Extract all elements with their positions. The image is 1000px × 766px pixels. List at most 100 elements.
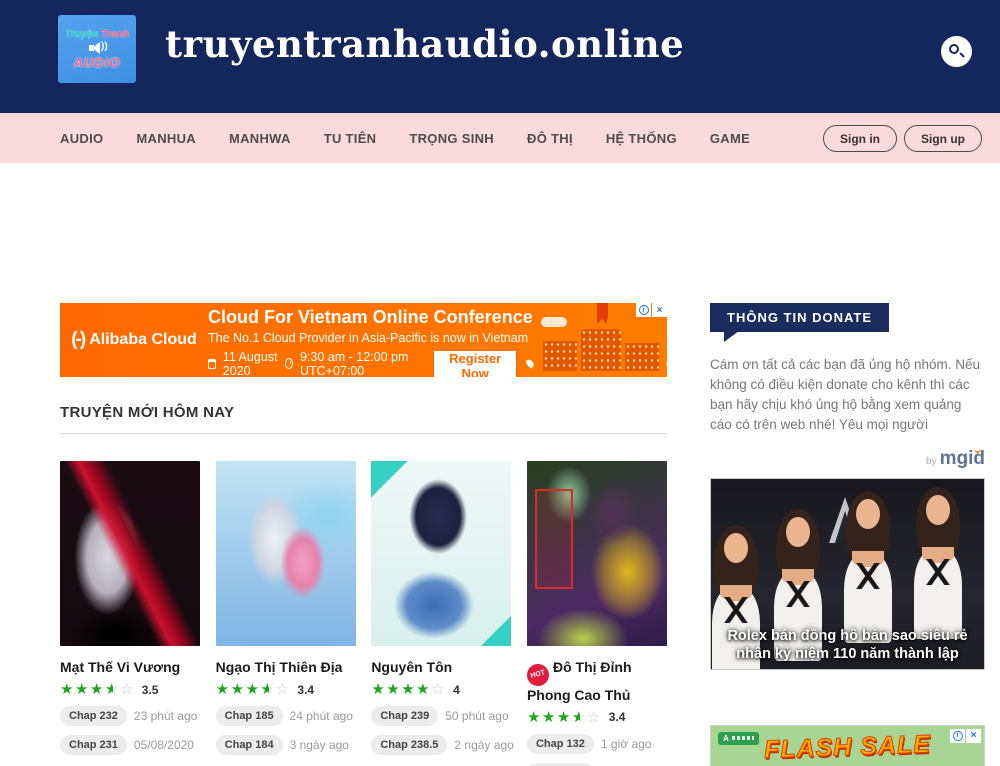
site-logo[interactable]: Truyện Tranh )) AUDIO [58,15,136,83]
star-rating: ★★★☆★☆ [216,682,291,697]
comic-title[interactable]: Nguyên Tôn [371,658,511,676]
comic-card: Ngạo Thị Thiên Địa★★★☆★☆3.4Chap 18524 ph… [216,461,356,766]
chapter-time: 3 ngày ago [290,738,349,752]
donate-text: Cám ơn tất cả các bạn đã ủng hộ nhóm. Nế… [710,355,985,435]
nav-item-tu-tiên[interactable]: TU TIÊN [324,131,377,146]
star-full-icon: ★ [75,680,90,698]
ad-close-icon[interactable]: × [966,729,981,743]
chapter-chip[interactable]: Chap 185 [216,706,283,726]
ad-controls: i × [635,303,667,317]
nav-item-đô-thị[interactable]: ĐÔ THỊ [527,131,573,146]
speaker-icon: )) [87,42,107,54]
chapter-time: 23 phút ago [134,709,197,723]
chapter-row: Chap 23950 phút ago [371,706,511,726]
section-title: TRUYỆN MỚI HÔM NAY [60,404,667,421]
main-column: (-) Alibaba Cloud Cloud For Vietnam Onli… [60,303,667,766]
star-full-icon: ★ [90,680,105,698]
banner-date: 11 August 2020 [223,350,278,378]
star-half-icon: ☆★ [261,682,276,697]
chapter-row: Chap 232 23 phút ago [60,706,200,726]
chapter-row: Chap 184 3 ngày ago [216,735,356,755]
banner-title: Cloud For Vietnam Online Conference [208,307,533,328]
comic-card: Nguyên Tôn★★★★☆4Chap 23950 phút agoChap … [371,461,511,766]
section-divider [60,433,667,434]
star-empty-icon: ☆ [587,708,602,726]
chapter-time: 24 phút ago [290,709,353,723]
mgid-photo-ad[interactable]: Rolex bán đồng hồ bản sao siêu rẻ nhân k… [710,478,985,670]
chapter-chip[interactable]: Chap 231 [60,735,127,755]
star-full-icon: ★ [386,680,401,698]
chapter-chip[interactable]: Chap 184 [216,735,283,755]
main-nav: AUDIO MANHUA MANHWA TU TIÊN TRỌNG SINH ĐÔ THỊ… [0,113,1000,163]
rating-value: 3.5 [142,683,159,697]
comic-card-grid: Mạt Thế Vi Vương★★★☆★☆3.5Chap 23223 phút… [60,461,667,766]
nav-item-trọng-sinh[interactable]: TRỌNG SINH [409,131,494,146]
chapter-chip[interactable]: Chap 132 [527,734,594,754]
donate-heading: THÔNG TIN DONATE [710,303,889,332]
comic-title[interactable]: Mạt Thế Vi Vương [60,658,200,676]
site-header: Truyện Tranh )) AUDIO truyentranhaudio.o… [0,0,1000,113]
rating-value: 3.4 [609,710,626,724]
cloud-icon [541,317,567,327]
hot-badge: HOT [524,661,551,688]
sidebar: THÔNG TIN DONATE Cám ơn tất cả các bạn đ… [710,303,985,766]
register-now-button[interactable]: Register Now [434,351,516,377]
site-title: truyentranhaudio.online [165,22,684,66]
chapter-chip[interactable]: Chap 239 [371,706,438,726]
star-rating: ★★★☆★☆ [60,682,135,697]
comic-cover-image[interactable] [371,461,511,646]
comic-card: HOTĐô Thị Đỉnh Phong Cao Thủ★★★☆★☆3.4Cha… [527,461,667,766]
star-full-icon: ★ [231,680,246,698]
star-empty-icon: ☆ [120,680,135,698]
chapter-row: Chap 231 05/08/2020 [60,735,200,755]
chapter-time: 2 ngày ago [454,738,513,752]
star-rating: ★★★☆★☆ [527,710,602,725]
rating-value: 4 [453,683,460,697]
nav-item-game[interactable]: GAME [710,131,750,146]
comic-title[interactable]: HOTĐô Thị Đỉnh Phong Cao Thủ [527,658,667,704]
banner-subtitle: The No.1 Cloud Provider in Asia-Pacific … [208,331,533,345]
flash-sale-ad[interactable]: A FLASH SALE XEM NGAY i × [710,725,985,766]
nav-item-manhua[interactable]: MANHUA [136,131,196,146]
rating-row: ★★★☆★☆3.5 [60,682,200,697]
sign-in-button[interactable]: Sign in [823,125,897,152]
banner-text: Cloud For Vietnam Online Conference The … [208,303,533,377]
star-full-icon: ★ [542,708,557,726]
star-rating: ★★★★☆ [371,682,446,697]
ad-controls: i × [949,729,981,743]
ad-info-icon[interactable]: i [950,729,965,743]
chapter-time: 05/08/2020 [134,738,194,752]
banner-time: 9:30 am - 12:00 pm UTC+07:00 [300,350,413,378]
star-full-icon: ★ [60,680,75,698]
nav-item-audio[interactable]: AUDIO [60,131,103,146]
comic-cover-image[interactable] [60,461,200,646]
comic-card: Mạt Thế Vi Vương★★★☆★☆3.5Chap 23223 phút… [60,461,200,766]
mgid-logo: mgid [940,448,985,469]
rating-row: ★★★★☆4 [371,682,511,697]
alibaba-banner-ad[interactable]: (-) Alibaba Cloud Cloud For Vietnam Onli… [60,303,667,377]
mgid-attribution[interactable]: bymgid [710,448,985,470]
ad-close-icon[interactable]: × [652,303,667,317]
search-button[interactable] [941,36,972,67]
rating-row: ★★★☆★☆3.4 [216,682,356,697]
lantern-icon [597,303,608,319]
logo-audio-label: AUDIO [74,55,121,70]
chapter-time: 1 giờ ago [601,737,652,751]
star-full-icon: ★ [216,680,231,698]
photo-ad-caption: Rolex bán đồng hồ bản sao siêu rẻ nhân k… [711,627,984,663]
alibaba-cloud-logo: (-) Alibaba Cloud [60,329,208,351]
nav-item-hệ-thống[interactable]: HỆ THỐNG [606,131,677,146]
logo-text: Truyện Tranh [65,28,129,39]
sign-up-button[interactable]: Sign up [904,125,982,152]
star-full-icon: ★ [557,708,572,726]
chapter-chip[interactable]: Chap 238.5 [371,735,447,755]
nav-item-manhwa[interactable]: MANHWA [229,131,291,146]
star-full-icon: ★ [416,680,431,698]
comic-cover-image[interactable] [216,461,356,646]
comic-title[interactable]: Ngạo Thị Thiên Địa [216,658,356,676]
calendar-icon [208,359,216,369]
chapter-chip[interactable]: Chap 232 [60,706,127,726]
comic-cover-image[interactable] [527,461,667,646]
chapter-row: Chap 132 1 giờ ago [527,734,667,754]
ad-info-icon[interactable]: i [636,303,651,317]
